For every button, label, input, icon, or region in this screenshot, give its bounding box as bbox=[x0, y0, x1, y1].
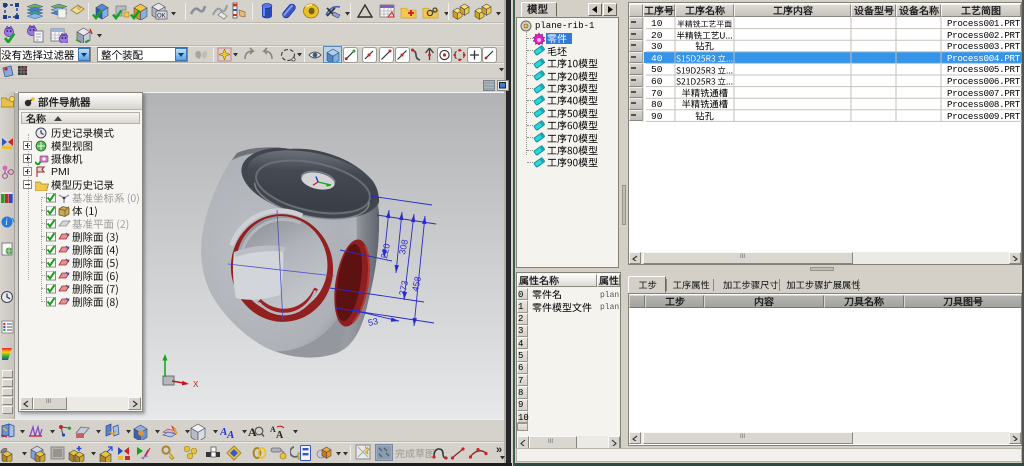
svg-text:A: A bbox=[276, 430, 284, 440]
svg-text:OK: OK bbox=[157, 14, 166, 20]
svg-text:A: A bbox=[226, 429, 234, 440]
